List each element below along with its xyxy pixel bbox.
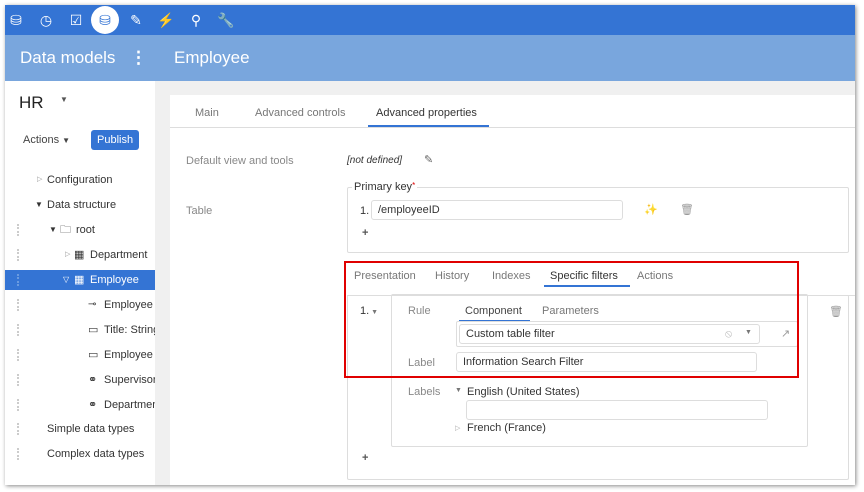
add-key-button[interactable]: + xyxy=(362,227,368,239)
tree-item-simple-types[interactable]: Simple data types xyxy=(5,419,155,439)
primary-key-group xyxy=(347,187,849,253)
default-view-label: Default view and tools xyxy=(186,155,294,167)
chevron-down-icon[interactable]: ▼ xyxy=(455,387,462,394)
tree-item-configuration[interactable]: ▷ Configuration xyxy=(5,170,155,190)
trash-icon[interactable]: 🗑 xyxy=(680,203,694,216)
lang-french[interactable]: French (France) xyxy=(467,422,546,434)
more-menu-icon[interactable]: ⋮ xyxy=(130,48,147,68)
model-selector[interactable]: HR xyxy=(19,93,44,113)
checklist-edit-icon[interactable]: ✎ xyxy=(125,9,147,31)
clock-icon[interactable]: ◷ xyxy=(35,9,57,31)
actions-label: Actions xyxy=(23,134,60,146)
chevron-down-icon: ▼ xyxy=(62,136,71,145)
publish-button[interactable]: Publish xyxy=(91,130,140,150)
chevron-right-icon[interactable]: ▷ xyxy=(455,424,460,432)
table-icon: ▦ xyxy=(74,249,85,261)
tree-item-employee[interactable]: ▽ ▦ Employee xyxy=(5,270,155,290)
tab-main[interactable]: Main xyxy=(195,107,219,119)
tree-item-title[interactable]: ▭ Title: String xyxy=(5,320,155,340)
tree-item-complex-types[interactable]: Complex data types xyxy=(5,444,155,464)
tree-item-employee-id[interactable]: ⊸ Employee I xyxy=(5,295,155,315)
tree-item-department-link[interactable]: ⚭ Departmen xyxy=(5,395,155,415)
section-title: Data models xyxy=(20,48,116,67)
field-icon: ▭ xyxy=(88,349,99,361)
primary-key-input[interactable]: /employeeID xyxy=(371,200,623,220)
trash-icon[interactable]: 🗑 xyxy=(829,305,843,318)
tree-item-supervisor[interactable]: ⚭ Supervisor xyxy=(5,370,155,390)
key-icon: ⊸ xyxy=(88,299,97,310)
link-icon: ⚭ xyxy=(88,374,98,386)
labels-label: Labels xyxy=(408,386,441,398)
checkbox-icon[interactable]: ☑ xyxy=(65,9,87,31)
search-icon[interactable]: ⚲ xyxy=(185,9,207,31)
database-icon[interactable]: ⛁ xyxy=(5,9,27,31)
table-label: Table xyxy=(186,205,213,217)
field-icon: ▭ xyxy=(88,324,99,336)
tab-advanced-properties[interactable]: Advanced properties xyxy=(368,107,489,127)
pk-index: 1. xyxy=(360,205,370,217)
english-label-input[interactable] xyxy=(466,400,768,420)
top-toolbar: ⛁ ◷ ☑ ⛁ ✎ ⚡ ⚲ 🔧 xyxy=(5,5,855,35)
table-icon: ▦ xyxy=(74,274,85,286)
wrench-icon[interactable]: 🔧 xyxy=(215,9,237,31)
app-window: ⛁ ◷ ☑ ⛁ ✎ ⚡ ⚲ 🔧 Data models ⋮ Employee H… xyxy=(5,5,855,485)
database-edit-icon[interactable]: ⛁ xyxy=(91,6,119,34)
highlight-box xyxy=(344,261,799,378)
tab-advanced-controls[interactable]: Advanced controls xyxy=(255,107,346,119)
default-view-value: [not defined] xyxy=(347,155,403,166)
lang-english: English (United States) xyxy=(467,386,580,398)
tree-item-root[interactable]: ▼ 🗀 root xyxy=(5,220,155,240)
edit-icon[interactable]: ✎ xyxy=(424,153,433,166)
tree-item-data-structure[interactable]: ▼ Data structure xyxy=(5,195,155,215)
actions-menu[interactable]: Actions ▼ xyxy=(23,134,70,146)
tree-item-department[interactable]: ▷ ▦ Department xyxy=(5,245,155,265)
header-bar: Data models ⋮ Employee xyxy=(5,35,855,81)
chevron-down-icon[interactable]: ▼ xyxy=(60,95,68,104)
left-panel: HR ▼ Actions ▼ Publish ▷ Configuration ▼ D… xyxy=(5,81,155,485)
primary-key-label: Primary key* xyxy=(352,181,418,193)
link-icon: ⚭ xyxy=(88,399,98,411)
page-title: Employee xyxy=(174,48,250,67)
tree-item-employee-name[interactable]: ▭Employee N xyxy=(5,345,155,365)
folder-icon: 🗀 xyxy=(60,224,71,236)
pin-off-icon[interactable]: ✨ xyxy=(644,203,658,216)
plug-icon[interactable]: ⚡ xyxy=(155,9,177,31)
add-filter-button[interactable]: + xyxy=(362,452,368,464)
